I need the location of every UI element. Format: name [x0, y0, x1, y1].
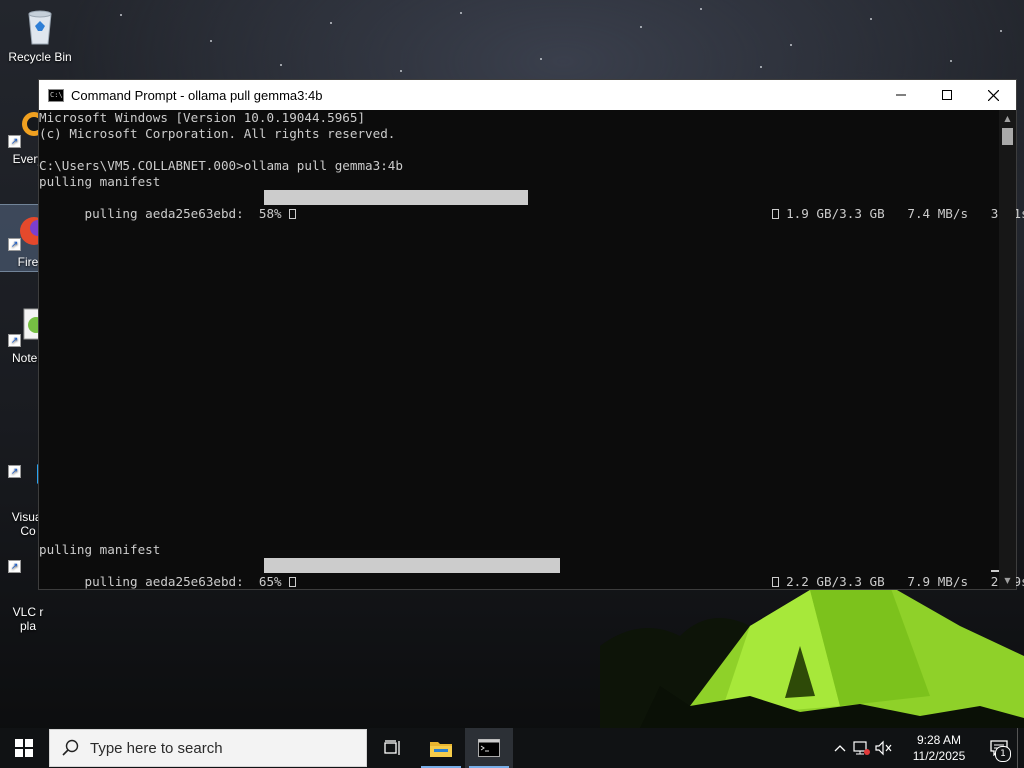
shortcut-arrow-icon: ↗ — [8, 465, 21, 478]
box-glyph-icon — [771, 577, 779, 587]
console-line: Microsoft Windows [Version 10.0.19044.59… — [39, 110, 366, 125]
tent-illustration — [600, 586, 1024, 728]
shortcut-arrow-icon: ↗ — [8, 560, 21, 573]
desktop-icon-label: VLC r pla — [12, 605, 44, 633]
show-hidden-icons-chevron-icon[interactable] — [829, 728, 851, 768]
cmd-app-icon: C:\ — [48, 88, 64, 102]
notification-count-badge: 1 — [995, 746, 1011, 762]
cmd-icon — [478, 739, 500, 757]
close-button[interactable] — [970, 80, 1016, 110]
clock-date: 11/2/2025 — [912, 749, 966, 763]
scroll-up-arrow-icon[interactable]: ▲ — [999, 110, 1016, 127]
console-line: (c) Microsoft Corporation. All rights re… — [39, 126, 396, 141]
progress-stats-text: 2.2 GB/3.3 GB 7.9 MB/s 2m29s — [778, 574, 1024, 589]
text-cursor — [991, 570, 999, 572]
taskbar-clock[interactable]: 9:28 AM 11/2/2025 — [903, 732, 975, 764]
command-prompt-window[interactable]: C:\ Command Prompt - ollama pull gemma3:… — [38, 79, 1024, 590]
minimize-button[interactable] — [878, 80, 924, 110]
start-button[interactable] — [0, 728, 48, 768]
task-view-button[interactable] — [369, 728, 417, 768]
close-icon — [987, 89, 999, 101]
system-tray: 9:28 AM 11/2/2025 1 — [829, 728, 1024, 768]
progress-stats: 1.9 GB/3.3 GB 7.4 MB/s 3m11s — [726, 190, 1024, 238]
volume-muted-icon[interactable] — [873, 728, 895, 768]
folder-icon — [430, 742, 452, 757]
scrollbar-thumb[interactable] — [1002, 128, 1013, 145]
minimize-icon — [896, 94, 906, 96]
progress-stats-text: 1.9 GB/3.3 GB 7.4 MB/s 3m11s — [778, 206, 1024, 221]
console-scrollbar[interactable]: ▲ ▼ — [999, 110, 1016, 589]
windows-logo-icon — [15, 739, 33, 757]
maximize-button[interactable] — [924, 80, 970, 110]
progress-line: pulling aeda25e63ebd: 58% — [39, 190, 297, 238]
network-icon[interactable] — [851, 728, 873, 768]
progress-line: pulling aeda25e63ebd: 65% — [39, 558, 297, 606]
window-titlebar[interactable]: C:\ Command Prompt - ollama pull gemma3:… — [39, 80, 1016, 110]
console-line: pulling manifest — [39, 174, 161, 189]
clock-time: 9:28 AM — [916, 733, 962, 747]
taskbar-file-explorer[interactable] — [417, 728, 465, 768]
maximize-icon — [942, 90, 952, 100]
desktop-icon-recycle-bin[interactable]: Recycle Bin — [0, 6, 80, 64]
window-title: Command Prompt - ollama pull gemma3:4b — [71, 87, 323, 103]
search-icon — [62, 739, 79, 756]
box-glyph-icon — [771, 209, 779, 219]
action-center-button[interactable]: 1 — [981, 728, 1017, 768]
taskbar: Type here to search 9:28 AM 11/2/2025 1 — [0, 728, 1024, 768]
box-glyph-icon — [289, 209, 297, 219]
progress-bar — [264, 558, 560, 573]
taskbar-search-box[interactable]: Type here to search — [49, 729, 367, 767]
taskbar-command-prompt[interactable] — [465, 728, 513, 768]
progress-prefix: pulling aeda25e63ebd: 58% — [84, 206, 290, 221]
progress-prefix: pulling aeda25e63ebd: 65% — [84, 574, 290, 589]
console-line: C:\Users\VM5.COLLABNET.000>ollama pull g… — [39, 158, 403, 173]
shortcut-arrow-icon: ↗ — [8, 334, 21, 347]
shortcut-arrow-icon: ↗ — [8, 238, 21, 251]
desktop-icon-label: Recycle Bin — [8, 50, 72, 64]
search-placeholder: Type here to search — [90, 739, 223, 757]
progress-stats: 2.2 GB/3.3 GB 7.9 MB/s 2m29s — [726, 558, 1024, 606]
box-glyph-icon — [289, 577, 297, 587]
shortcut-arrow-icon: ↗ — [8, 135, 21, 148]
progress-bar — [264, 190, 528, 205]
recycle-bin-icon — [20, 6, 60, 46]
scroll-down-arrow-icon[interactable]: ▼ — [999, 572, 1016, 589]
console-line: pulling manifest — [39, 542, 161, 557]
task-view-icon — [384, 740, 400, 755]
console-output[interactable]: Microsoft Windows [Version 10.0.19044.59… — [39, 110, 1024, 589]
